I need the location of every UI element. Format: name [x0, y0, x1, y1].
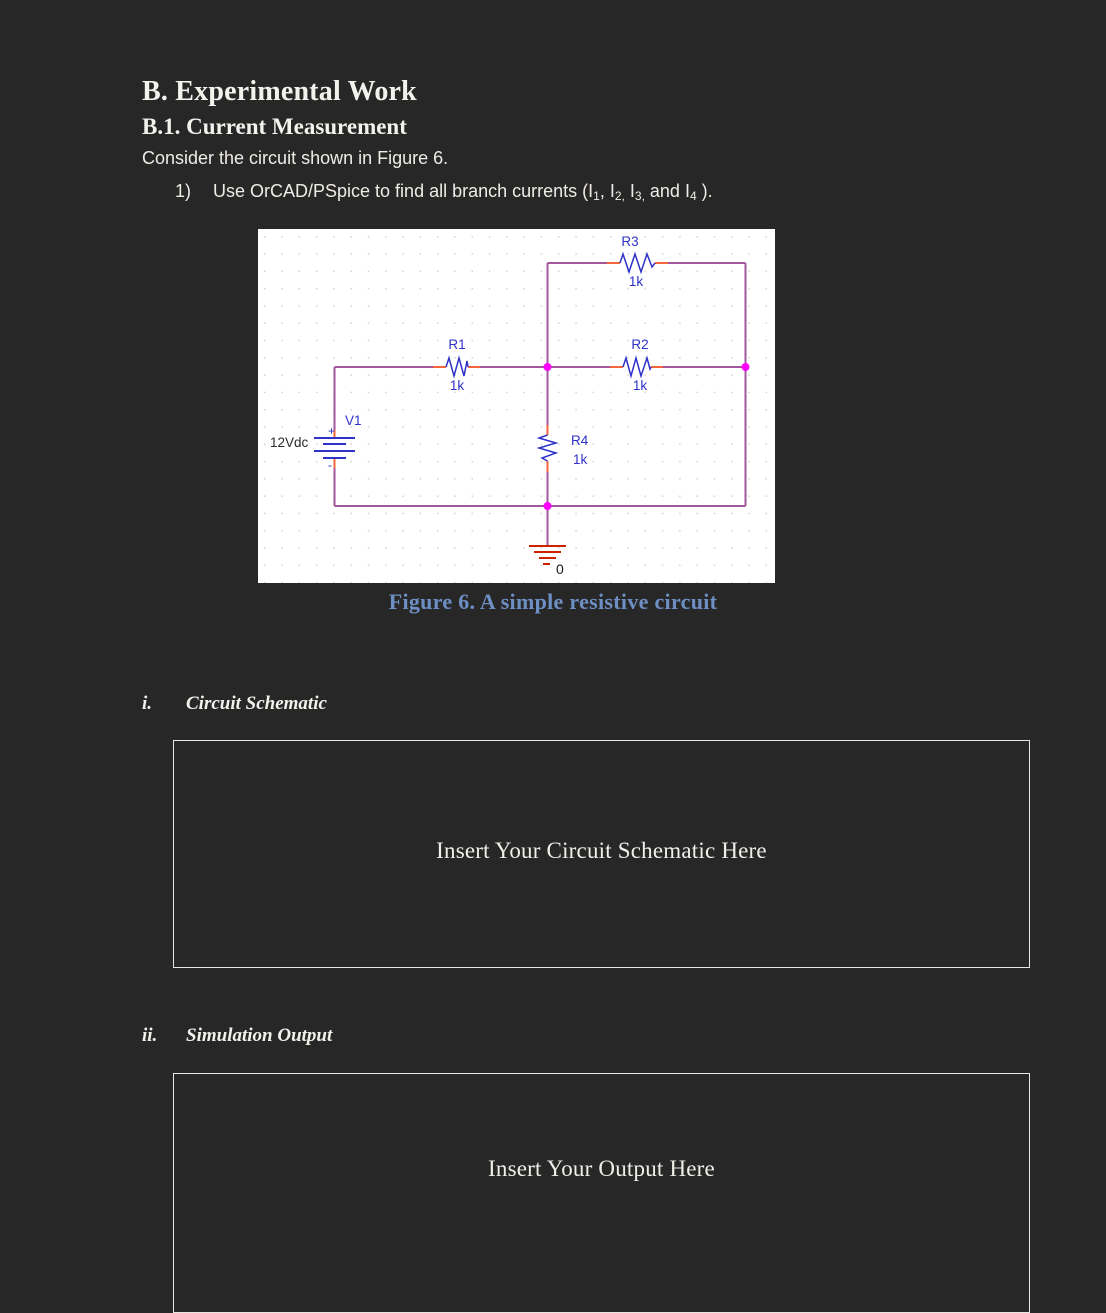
- circuit-schematic-svg: R3 1k R1 1k R2 1k R4 1k V1 12Vdc + - 0: [270, 234, 750, 577]
- task-text-mid-1: , I: [599, 181, 615, 201]
- label-r4-ref: R4: [571, 433, 589, 448]
- resistor-r2-symbol: [622, 355, 652, 379]
- label-v1-ref: V1: [345, 413, 362, 428]
- task-subscript-3: 3,: [634, 189, 645, 203]
- task-subscript-1: 1: [593, 189, 600, 203]
- component-labels: R3 1k R1 1k R2 1k R4 1k V1 12Vdc + - 0: [270, 234, 649, 577]
- wire-network: [333, 262, 747, 546]
- resistor-r3-symbol: [619, 251, 656, 275]
- resistor-bodies: [445, 251, 656, 462]
- section-label-circuit-schematic: i. Circuit Schematic: [142, 693, 327, 715]
- resistor-r1-symbol: [445, 355, 469, 379]
- intro-paragraph: Consider the circuit shown in Figure 6.: [142, 148, 449, 168]
- label-r1-ref: R1: [448, 337, 465, 352]
- task-text-after: ).: [696, 181, 713, 201]
- label-v1-plus: +: [328, 424, 335, 438]
- task-subscript-2: 2,: [614, 189, 625, 203]
- task-text-mid-2: I: [624, 181, 635, 201]
- section-title-ii: Simulation Output: [186, 1025, 333, 1046]
- junction-dot-node-a: [543, 363, 552, 371]
- subsection-heading: B.1. Current Measurement: [142, 114, 407, 139]
- section-numeral-ii: ii.: [142, 1025, 158, 1046]
- simulation-output-placeholder-box[interactable]: Insert Your Output Here: [173, 1073, 1030, 1313]
- voltage-source-v1-symbol: [314, 437, 355, 459]
- section-title-i: Circuit Schematic: [186, 693, 327, 714]
- circuit-schematic-placeholder-text: Insert Your Circuit Schematic Here: [436, 838, 767, 863]
- figure-caption: Figure 6. A simple resistive circuit: [388, 589, 718, 614]
- label-r1-value: 1k: [450, 378, 465, 393]
- label-ground-net: 0: [556, 561, 564, 577]
- resistor-r4-symbol: [536, 434, 559, 462]
- circuit-schematic-placeholder-box[interactable]: Insert Your Circuit Schematic Here: [173, 740, 1030, 968]
- junction-dot-node-ground: [543, 502, 552, 510]
- label-v1-minus: -: [328, 458, 332, 472]
- task-list-item: 1) Use OrCAD/PSpice to find all branch cu…: [175, 181, 713, 203]
- label-r2-ref: R2: [631, 337, 648, 352]
- section-heading: B. Experimental Work: [142, 76, 417, 107]
- document-page: B. Experimental Work B.1. Current Measur…: [0, 0, 1106, 1313]
- label-r3-value: 1k: [629, 274, 644, 289]
- circuit-schematic-figure: R3 1k R1 1k R2 1k R4 1k V1 12Vdc + - 0: [258, 229, 775, 583]
- task-text-before: Use OrCAD/PSpice to find all branch curr…: [213, 181, 594, 201]
- section-label-simulation-output: ii. Simulation Output: [142, 1025, 332, 1047]
- task-text-mid-3: and I: [644, 181, 690, 201]
- task-subscript-4: 4: [689, 189, 697, 203]
- label-v1-value: 12Vdc: [270, 435, 309, 450]
- section-numeral-i: i.: [142, 693, 153, 714]
- label-r4-value: 1k: [573, 452, 588, 467]
- simulation-output-placeholder-text: Insert Your Output Here: [488, 1156, 715, 1181]
- junction-dot-node-b: [741, 363, 750, 371]
- task-number: 1): [175, 181, 192, 201]
- label-r2-value: 1k: [633, 378, 648, 393]
- label-r3-ref: R3: [621, 234, 638, 249]
